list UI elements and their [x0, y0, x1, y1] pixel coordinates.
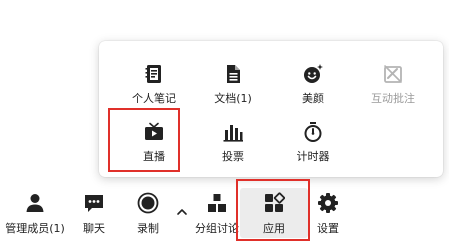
gear-icon: [318, 193, 338, 213]
stopwatch-icon: [304, 122, 322, 142]
live-tv-icon: [145, 122, 163, 140]
breakout-icon: [208, 194, 226, 212]
toolbar-settings[interactable]: 设置: [310, 188, 346, 238]
app-label: 个人笔记: [132, 92, 176, 105]
notebook-icon: [145, 65, 161, 83]
members-icon: [26, 194, 44, 212]
bottom-toolbar: 管理成员(1) 聊天 录制 分组讨论 应用 设置: [0, 188, 449, 243]
toolbar-manage-members[interactable]: 管理成员(1): [0, 188, 70, 238]
app-interactive-annotation[interactable]: 互动批注: [354, 55, 432, 113]
app-label: 计时器: [296, 150, 330, 163]
toolbar-record[interactable]: 录制: [130, 188, 166, 238]
apps-icon: [265, 192, 285, 212]
toolbar-more-chevron[interactable]: [174, 188, 190, 238]
chevron-up-icon: [177, 209, 187, 215]
toolbar-label: 聊天: [83, 222, 105, 235]
app-label: 文档(1): [214, 92, 252, 105]
app-personal-notes[interactable]: 个人笔记: [115, 55, 193, 113]
toolbar-chat[interactable]: 聊天: [76, 188, 112, 238]
chat-icon: [85, 195, 103, 212]
app-documents[interactable]: 文档(1): [194, 55, 272, 113]
app-label: 美颜: [302, 92, 324, 105]
toolbar-label: 管理成员(1): [5, 222, 65, 235]
apps-popup: 个人笔记 文档(1) 美颜 互动批注 直播 投票 计时器: [99, 41, 443, 177]
record-icon: [137, 192, 159, 214]
app-label: 互动批注: [371, 92, 415, 105]
app-vote[interactable]: 投票: [194, 113, 272, 171]
toolbar-breakout-rooms[interactable]: 分组讨论: [194, 188, 240, 238]
toolbar-label: 分组讨论: [195, 222, 239, 235]
app-label: 直播: [143, 150, 165, 163]
toolbar-apps[interactable]: 应用: [240, 188, 308, 238]
app-label: 投票: [222, 150, 244, 163]
bar-chart-icon: [223, 125, 243, 142]
document-icon: [227, 65, 240, 83]
toolbar-label: 录制: [137, 222, 159, 235]
app-live-stream[interactable]: 直播: [115, 113, 193, 171]
app-beauty[interactable]: 美颜: [274, 55, 352, 113]
beauty-face-icon: [304, 64, 323, 83]
annotation-icon: [384, 65, 402, 83]
toolbar-label: 设置: [317, 222, 339, 235]
toolbar-label: 应用: [263, 222, 285, 235]
app-timer[interactable]: 计时器: [274, 113, 352, 171]
